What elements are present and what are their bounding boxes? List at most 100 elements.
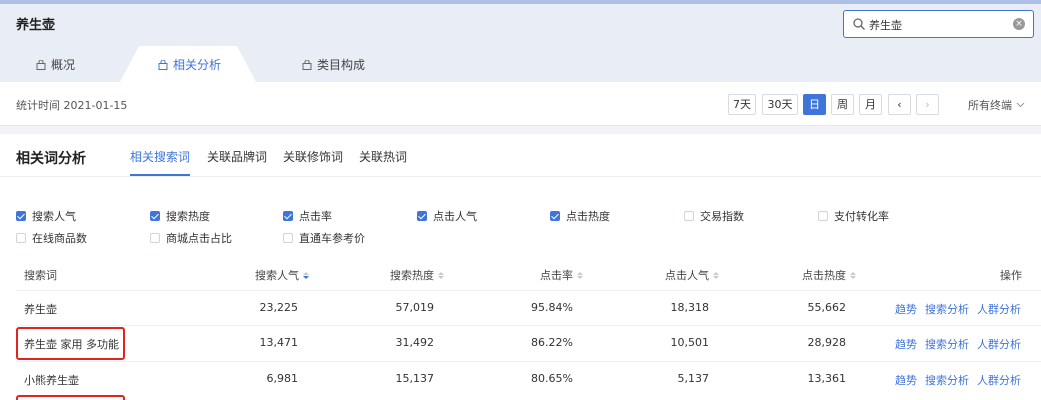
checkbox-label: 点击人气 xyxy=(433,210,477,223)
checkbox-box[interactable] xyxy=(16,211,26,221)
prev-button[interactable]: ‹ xyxy=(888,94,911,115)
checkbox-box[interactable] xyxy=(150,233,160,243)
crowd-analysis-link[interactable]: 人群分析 xyxy=(977,336,1021,352)
tab-related-analysis[interactable]: 相关分析 xyxy=(158,48,221,82)
search-heat-cell: 57,019 xyxy=(395,301,435,314)
stat-time: 统计时间 2021-01-15 xyxy=(16,99,128,112)
checkbox-label: 支付转化率 xyxy=(834,210,889,223)
row-actions: 趋势 搜索分析 人群分析 xyxy=(895,372,1021,388)
header-label: 点击人气 xyxy=(665,269,709,282)
checkbox-online-items[interactable]: 在线商品数 xyxy=(16,230,87,246)
bag-icon xyxy=(36,60,46,70)
period-30d-button[interactable]: 30天 xyxy=(762,94,798,115)
search-heat-cell: 15,137 xyxy=(395,372,435,385)
checkbox-label: 点击热度 xyxy=(566,210,610,223)
click-rate-cell: 86.22% xyxy=(531,336,573,349)
search-icon xyxy=(853,18,865,30)
column-header-search-popularity[interactable]: 搜索人气 xyxy=(255,267,309,283)
checkbox-box[interactable] xyxy=(283,211,293,221)
page-title: 养生壶 xyxy=(16,18,56,33)
click-popularity-cell: 5,137 xyxy=(677,372,710,385)
checkbox-label: 搜索人气 xyxy=(32,210,76,223)
checkbox-search-popularity[interactable]: 搜索人气 xyxy=(16,208,76,224)
tab-related-brand-words[interactable]: 关联品牌词 xyxy=(207,148,267,165)
checkbox-label: 直通车参考价 xyxy=(299,232,365,245)
click-heat-cell: 55,662 xyxy=(807,301,847,314)
checkbox-box[interactable] xyxy=(550,211,560,221)
search-analysis-link[interactable]: 搜索分析 xyxy=(925,372,969,388)
click-popularity-cell: 10,501 xyxy=(670,336,710,349)
checkbox-search-heat[interactable]: 搜索热度 xyxy=(150,208,210,224)
column-header-click-popularity[interactable]: 点击人气 xyxy=(665,267,719,283)
search-analysis-link[interactable]: 搜索分析 xyxy=(925,301,969,317)
checkbox-box[interactable] xyxy=(150,211,160,221)
checkbox-box[interactable] xyxy=(283,233,293,243)
checkbox-box[interactable] xyxy=(818,211,828,221)
tab-overview[interactable]: 概况 xyxy=(36,48,75,82)
sort-icon[interactable] xyxy=(303,271,309,279)
search-analysis-link[interactable]: 搜索分析 xyxy=(925,336,969,352)
divider xyxy=(0,176,1041,177)
period-7d-button[interactable]: 7天 xyxy=(728,94,756,115)
keyword-cell: 小熊养生壶 xyxy=(24,374,79,387)
clear-icon[interactable]: × xyxy=(1013,18,1025,30)
trend-link[interactable]: 趋势 xyxy=(895,336,917,352)
search-box[interactable]: × xyxy=(843,10,1034,38)
keyword-cell: 养生壶 家用 多功能 xyxy=(24,338,119,351)
table-row[interactable]: 养生壶 23,225 57,019 95.84% 18,318 55,662 趋… xyxy=(0,291,1041,327)
tab-label: 概况 xyxy=(51,58,76,72)
sort-icon[interactable] xyxy=(438,271,444,279)
period-month-button[interactable]: 月 xyxy=(859,94,882,115)
channel-label: 所有终端 xyxy=(968,99,1012,112)
click-popularity-cell: 18,318 xyxy=(670,301,710,314)
crowd-analysis-link[interactable]: 人群分析 xyxy=(977,301,1021,317)
checkbox-box[interactable] xyxy=(684,211,694,221)
column-header-actions: 操作 xyxy=(1000,267,1022,283)
table-row[interactable]: 养生壶 家用 多功能 13,471 31,492 86.22% 10,501 2… xyxy=(0,326,1041,362)
period-week-button[interactable]: 周 xyxy=(831,94,854,115)
checkbox-mall-click-share[interactable]: 商城点击占比 xyxy=(150,230,232,246)
tab-related-hot-words[interactable]: 关联热词 xyxy=(359,148,407,165)
highlight-box xyxy=(16,395,125,400)
checkbox-ad-reference-price[interactable]: 直通车参考价 xyxy=(283,230,365,246)
checkbox-box[interactable] xyxy=(16,233,26,243)
crowd-analysis-link[interactable]: 人群分析 xyxy=(977,372,1021,388)
tab-category[interactable]: 类目构成 xyxy=(302,48,365,82)
checkbox-trade-index[interactable]: 交易指数 xyxy=(684,208,744,224)
row-actions: 趋势 搜索分析 人群分析 xyxy=(895,301,1021,317)
checkbox-click-heat[interactable]: 点击热度 xyxy=(550,208,610,224)
tab-related-search-words[interactable]: 相关搜索词 xyxy=(130,148,190,165)
tab-related-modifier-words[interactable]: 关联修饰词 xyxy=(283,148,343,165)
checkbox-pay-conversion[interactable]: 支付转化率 xyxy=(818,208,889,224)
header-label: 搜索热度 xyxy=(390,269,434,282)
header-label: 搜索人气 xyxy=(255,269,299,282)
column-header-click-rate[interactable]: 点击率 xyxy=(540,267,583,283)
tab-label: 相关分析 xyxy=(173,58,222,72)
period-day-button[interactable]: 日 xyxy=(803,94,826,115)
tab-label: 类目构成 xyxy=(317,58,366,72)
search-input[interactable] xyxy=(869,16,1009,33)
table-row[interactable]: 小熊养生壶 6,981 15,137 80.65% 5,137 13,361 趋… xyxy=(0,362,1041,398)
channel-select[interactable]: 所有终端 xyxy=(968,97,1025,113)
chevron-down-icon xyxy=(1016,102,1025,108)
related-words-card: 相关词分析 相关搜索词 关联品牌词 关联修饰词 关联热词 搜索人气 搜索热度 点… xyxy=(0,134,1041,400)
search-popularity-cell: 13,471 xyxy=(259,336,299,349)
trend-link[interactable]: 趋势 xyxy=(895,372,917,388)
trend-link[interactable]: 趋势 xyxy=(895,301,917,317)
checkbox-click-popularity[interactable]: 点击人气 xyxy=(417,208,477,224)
header: 养生壶 × 概况 相关分析 类目构成 xyxy=(0,4,1041,82)
column-header-click-heat[interactable]: 点击热度 xyxy=(802,267,856,283)
filter-bar: 统计时间 2021-01-15 7天 30天 日 周 月 ‹ › 所有终端 xyxy=(0,82,1041,126)
checkbox-click-rate[interactable]: 点击率 xyxy=(283,208,332,224)
checkbox-label: 在线商品数 xyxy=(32,232,87,245)
checkbox-box[interactable] xyxy=(417,211,427,221)
sort-icon[interactable] xyxy=(713,271,719,279)
sort-icon[interactable] xyxy=(850,271,856,279)
search-popularity-cell: 6,981 xyxy=(266,372,299,385)
card-title: 相关词分析 xyxy=(16,151,86,167)
column-header-search-heat[interactable]: 搜索热度 xyxy=(390,267,444,283)
next-button[interactable]: › xyxy=(916,94,939,115)
click-rate-cell: 95.84% xyxy=(531,301,573,314)
click-heat-cell: 28,928 xyxy=(807,336,847,349)
sort-icon[interactable] xyxy=(577,271,583,279)
